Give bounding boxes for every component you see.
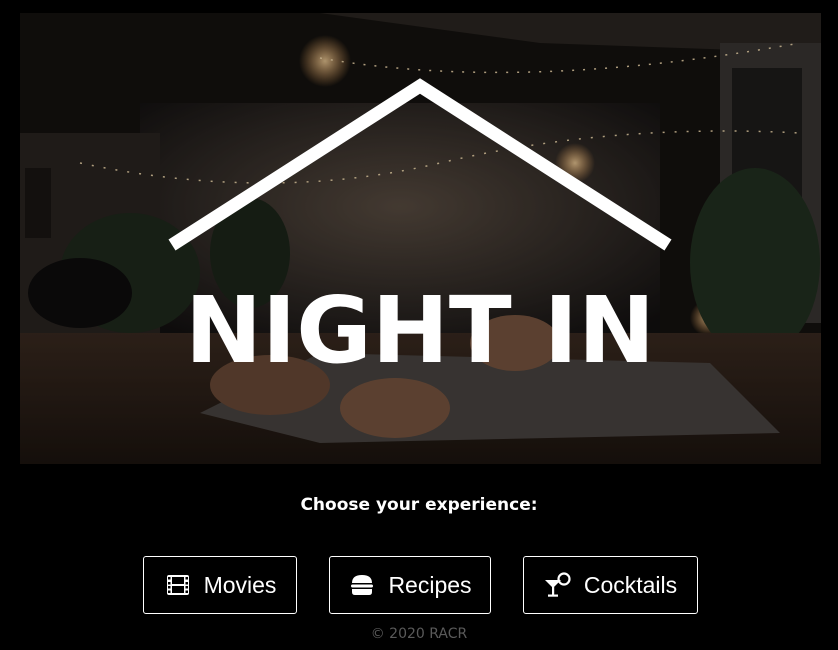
cocktails-label: Cocktails [583, 571, 678, 598]
logo-text: NIGHT IN [185, 277, 655, 384]
cocktails-button[interactable]: Cocktails [523, 556, 698, 614]
movies-label: Movies [203, 571, 277, 598]
hero-photo: NIGHT IN [20, 13, 821, 464]
hero-banner: NIGHT IN [20, 13, 821, 464]
cocktail-icon [544, 571, 572, 599]
film-icon [164, 571, 192, 599]
burger-icon [348, 571, 376, 599]
movies-button[interactable]: Movies [143, 556, 297, 614]
recipes-button[interactable]: Recipes [329, 556, 491, 614]
recipes-label: Recipes [388, 571, 472, 598]
experience-prompt: Choose your experience: [300, 495, 538, 515]
footer-copyright: © 2020 RACR [370, 626, 468, 642]
